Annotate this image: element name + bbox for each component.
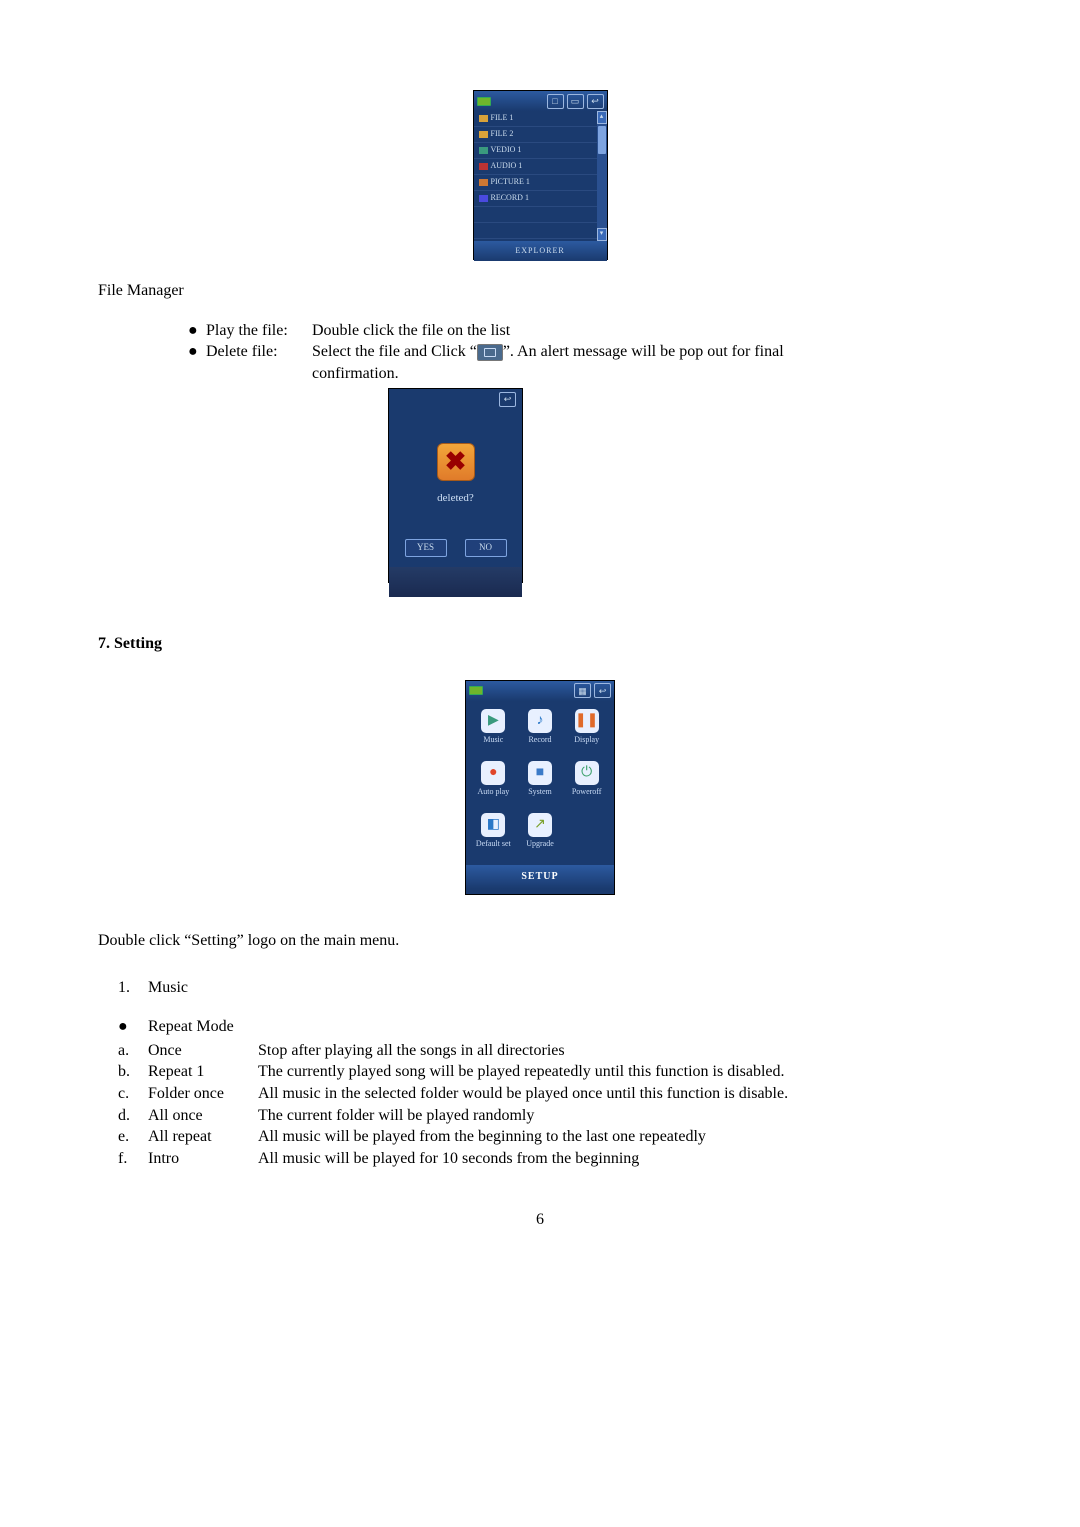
stop-button-icon: □	[547, 94, 564, 109]
delete-dialog-screenshot: ↩ ✖ deleted? YES NO	[388, 388, 523, 583]
section-label: File Manager	[98, 280, 982, 302]
battery-icon	[469, 686, 483, 695]
file-list: FILE 1 FILE 2 VEDIO 1 AUDIO 1 PICTURE 1 …	[474, 111, 597, 241]
defaultset-icon: ◧	[481, 813, 505, 837]
list-item: VEDIO 1	[474, 143, 597, 159]
yes-button: YES	[405, 539, 447, 557]
list-item: AUDIO 1	[474, 159, 597, 175]
setup-cell-autoplay: ●Auto play	[470, 761, 517, 813]
setup-cell-defaultset: ◧Default set	[470, 813, 517, 865]
setup-screenshot: ▦ ↩ ▶Music ♪Record ❚❚Display ●Auto play …	[465, 680, 615, 895]
scroll-thumb	[598, 126, 606, 154]
setup-cell-music: ▶Music	[470, 709, 517, 761]
item-label: Play the file:	[206, 320, 312, 342]
delete-x-icon: ✖	[437, 443, 475, 481]
back-button-icon: ↩	[499, 392, 516, 407]
system-icon: ■	[528, 761, 552, 785]
scroll-down-icon: ▾	[597, 228, 607, 241]
item-desc: Select the file and Click “”. An alert m…	[312, 341, 982, 363]
delete-inline-icon	[477, 344, 503, 361]
record-icon	[479, 195, 488, 202]
bullet-icon: ●	[118, 1016, 148, 1038]
delete-button-icon: ▭	[567, 94, 584, 109]
setting-intro: Double click “Setting” logo on the main …	[98, 930, 982, 952]
picture-icon	[479, 179, 488, 186]
record-icon: ♪	[528, 709, 552, 733]
item-label: Delete file:	[206, 341, 312, 363]
setup-cell-upgrade: ↗Upgrade	[517, 813, 564, 865]
poweroff-icon: ⏻	[575, 761, 599, 785]
setup-title: SETUP	[466, 865, 614, 889]
list-item: FILE 2	[474, 127, 597, 143]
item-desc: Double click the file on the list	[312, 320, 982, 342]
setup-cell-poweroff: ⏻Poweroff	[563, 761, 610, 813]
repeat-heading: Repeat Mode	[148, 1016, 234, 1038]
repeat-mode-list: a.OnceStop after playing all the songs i…	[118, 1040, 982, 1170]
file-name: PICTURE 1	[491, 177, 530, 188]
list-label: Music	[148, 977, 188, 999]
file-name: AUDIO 1	[491, 161, 523, 172]
battery-icon	[477, 97, 491, 106]
explorer-screenshot: □ ▭ ↩ FILE 1 FILE 2 VEDIO 1 AUDIO 1 PICT…	[473, 90, 608, 260]
page-number: 6	[98, 1209, 982, 1231]
scrollbar: ▴ ▾	[597, 111, 607, 241]
file-name: VEDIO 1	[491, 145, 522, 156]
setup-cell-display: ❚❚Display	[563, 709, 610, 761]
list-item: PICTURE 1	[474, 175, 597, 191]
autoplay-icon: ●	[481, 761, 505, 785]
folder-icon	[479, 131, 488, 138]
file-name: RECORD 1	[491, 193, 529, 204]
file-name: FILE 2	[491, 129, 514, 140]
back-button-icon: ↩	[594, 683, 611, 698]
bullet-icon: ●	[188, 341, 206, 363]
list-item: FILE 1	[474, 111, 597, 127]
display-icon: ❚❚	[575, 709, 599, 733]
setup-cell-record: ♪Record	[517, 709, 564, 761]
list-index: 1.	[118, 977, 148, 999]
folder-icon	[479, 115, 488, 122]
video-icon	[479, 147, 488, 154]
home-icon: ▦	[574, 683, 591, 698]
file-name: FILE 1	[491, 113, 514, 124]
bullet-icon: ●	[188, 320, 206, 342]
upgrade-icon: ↗	[528, 813, 552, 837]
music-icon: ▶	[481, 709, 505, 733]
section-heading: 7. Setting	[98, 633, 982, 655]
audio-icon	[479, 163, 488, 170]
explorer-title: EXPLORER	[474, 241, 607, 261]
setup-cell-system: ■System	[517, 761, 564, 813]
scroll-up-icon: ▴	[597, 111, 607, 124]
item-desc-cont: confirmation.	[312, 363, 982, 385]
delete-prompt: deleted?	[437, 491, 474, 506]
list-item: RECORD 1	[474, 191, 597, 207]
no-button: NO	[465, 539, 507, 557]
back-button-icon: ↩	[587, 94, 604, 109]
